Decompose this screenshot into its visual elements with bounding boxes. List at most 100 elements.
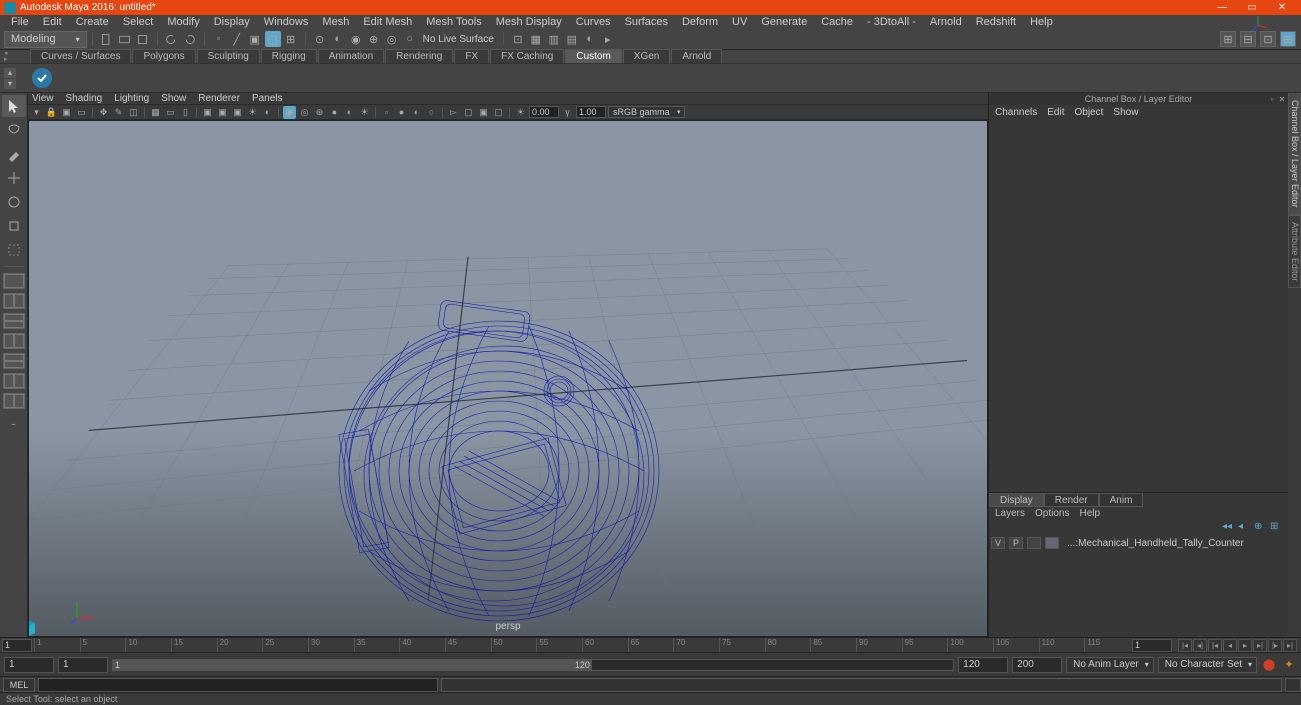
- layout-more[interactable]: -: [2, 412, 26, 434]
- viewcube-icon[interactable]: [1247, 14, 1269, 36]
- channel-menu-edit[interactable]: Edit: [1047, 107, 1064, 118]
- channel-close-icon[interactable]: ✕: [1278, 95, 1286, 103]
- paint-tool[interactable]: [2, 143, 26, 165]
- menu-curves[interactable]: Curves: [569, 16, 618, 28]
- ao-icon[interactable]: ●: [328, 106, 341, 119]
- close-button[interactable]: ✕: [1267, 2, 1297, 13]
- move-tool[interactable]: [2, 167, 26, 189]
- play-back-icon[interactable]: ◂: [1223, 639, 1237, 652]
- snap-live-icon[interactable]: ○: [402, 31, 418, 47]
- minimize-button[interactable]: —: [1207, 2, 1237, 13]
- shelf-tab-arnold[interactable]: Arnold: [671, 49, 722, 63]
- workspace-mode-dropdown[interactable]: Modeling▾: [4, 31, 87, 48]
- render-settings-icon[interactable]: ▤: [564, 31, 580, 47]
- panel-menu-panels[interactable]: Panels: [252, 93, 283, 104]
- viewport-btn3-icon[interactable]: ▢: [492, 106, 505, 119]
- menu-3dtoall[interactable]: - 3DtoAll -: [860, 16, 923, 28]
- xray-icon[interactable]: ◎: [298, 106, 311, 119]
- shelf-tab-animation[interactable]: Animation: [318, 49, 384, 63]
- select-edge-icon[interactable]: ╱: [229, 31, 245, 47]
- textured-icon[interactable]: ▣: [231, 106, 244, 119]
- menu-uv[interactable]: UV: [725, 16, 754, 28]
- layer-menu-options[interactable]: Options: [1035, 508, 1069, 519]
- play-forward-icon[interactable]: ▸: [1238, 639, 1252, 652]
- shelf-tab-polygons[interactable]: Polygons: [132, 49, 195, 63]
- layer-tab-anim[interactable]: Anim: [1099, 493, 1144, 507]
- select-multi-icon[interactable]: ⊞: [283, 31, 299, 47]
- xray-joints-icon[interactable]: ⊛: [313, 106, 326, 119]
- viewport-3d[interactable]: persp: [28, 120, 988, 637]
- step-back-key-icon[interactable]: ◂|: [1193, 639, 1207, 652]
- timeline[interactable]: 1510152025303540455055606570758085909510…: [0, 637, 1301, 652]
- menu-meshdisplay[interactable]: Mesh Display: [489, 16, 569, 28]
- grid-toggle-icon[interactable]: ▦: [149, 106, 162, 119]
- undo-icon[interactable]: [164, 31, 180, 47]
- channel-popup-icon[interactable]: ▫: [1268, 95, 1276, 103]
- layer-menu-layers[interactable]: Layers: [995, 508, 1025, 519]
- layer-row[interactable]: V P ...:Mechanical_Handheld_Tally_Counte…: [991, 536, 1286, 550]
- range-start-field[interactable]: [4, 657, 54, 673]
- render-icon[interactable]: ▦: [528, 31, 544, 47]
- snap-curve-icon[interactable]: ◐: [330, 31, 346, 47]
- camera-lock-icon[interactable]: 🔒: [45, 106, 58, 119]
- shelf-tab-curves[interactable]: Curves / Surfaces: [30, 49, 131, 63]
- shadows-icon[interactable]: ◐: [261, 106, 274, 119]
- image-plane-icon[interactable]: ▭: [75, 106, 88, 119]
- panel-menu-show[interactable]: Show: [161, 93, 186, 104]
- character-set-dropdown[interactable]: No Character Set: [1158, 657, 1257, 673]
- wireframe-icon[interactable]: ▣: [201, 106, 214, 119]
- shelf-custom-icon[interactable]: [30, 66, 54, 90]
- channel-box-body[interactable]: [989, 119, 1288, 492]
- ipr-icon[interactable]: ▥: [546, 31, 562, 47]
- rotate-tool[interactable]: [2, 191, 26, 213]
- step-forward-icon[interactable]: ▸|: [1253, 639, 1267, 652]
- film-gate-icon[interactable]: ◫: [127, 106, 140, 119]
- channel-menu-channels[interactable]: Channels: [995, 107, 1037, 118]
- maximize-button[interactable]: ▭: [1237, 2, 1267, 13]
- menu-modify[interactable]: Modify: [160, 16, 206, 28]
- menu-cache[interactable]: Cache: [814, 16, 860, 28]
- range-handle[interactable]: 1 120: [113, 660, 592, 670]
- select-face-icon[interactable]: ▣: [247, 31, 263, 47]
- hw-fog-icon[interactable]: ▫: [380, 106, 393, 119]
- panel-menu-lighting[interactable]: Lighting: [114, 93, 149, 104]
- layer-tab-render[interactable]: Render: [1044, 493, 1099, 507]
- layer-move-up-icon[interactable]: ◂◂: [1222, 521, 1234, 533]
- layer-name[interactable]: ...:Mechanical_Handheld_Tally_Counter: [1063, 538, 1286, 549]
- select-object-icon[interactable]: ▢: [265, 31, 281, 47]
- channel-menu-show[interactable]: Show: [1113, 107, 1138, 118]
- last-tool[interactable]: [2, 239, 26, 261]
- shelf-tab-sculpting[interactable]: Sculpting: [197, 49, 260, 63]
- colorspace-dropdown[interactable]: sRGB gamma: [608, 106, 685, 118]
- menu-file[interactable]: File: [4, 16, 36, 28]
- snap-plane-icon[interactable]: ◎: [384, 31, 400, 47]
- 2d-pan-icon[interactable]: ✥: [97, 106, 110, 119]
- scale-tool[interactable]: [2, 215, 26, 237]
- range-inner-start-field[interactable]: [58, 657, 108, 673]
- grease-pencil-icon[interactable]: ✎: [112, 106, 125, 119]
- autokey-icon[interactable]: ⬤: [1261, 657, 1277, 673]
- timeline-ticks[interactable]: 1510152025303540455055606570758085909510…: [34, 638, 1130, 652]
- goto-start-icon[interactable]: |◂: [1178, 639, 1192, 652]
- menu-create[interactable]: Create: [69, 16, 116, 28]
- shelf-tab-fxcaching[interactable]: FX Caching: [490, 49, 564, 63]
- channel-menu-object[interactable]: Object: [1075, 107, 1104, 118]
- command-input[interactable]: [38, 678, 438, 692]
- save-scene-icon[interactable]: [135, 31, 151, 47]
- exposure-icon[interactable]: ☀: [514, 106, 527, 119]
- layer-visible-cell[interactable]: V: [991, 537, 1005, 549]
- range-slider[interactable]: 1 120: [112, 659, 954, 671]
- range-inner-end-field[interactable]: [958, 657, 1008, 673]
- menu-editmesh[interactable]: Edit Mesh: [356, 16, 419, 28]
- render-icon[interactable]: ○: [425, 106, 438, 119]
- lights-icon[interactable]: ☀: [246, 106, 259, 119]
- bookmark-icon[interactable]: ▣: [60, 106, 73, 119]
- script-editor-icon[interactable]: [1285, 678, 1301, 692]
- isolate-icon[interactable]: ▻: [447, 106, 460, 119]
- viewport-btn1-icon[interactable]: ▢: [462, 106, 475, 119]
- multisample-icon[interactable]: ●: [395, 106, 408, 119]
- step-back-icon[interactable]: |◂: [1208, 639, 1222, 652]
- camera-select-icon[interactable]: ▾: [30, 106, 43, 119]
- panel-menu-renderer[interactable]: Renderer: [198, 93, 240, 104]
- layer-tab-display[interactable]: Display: [989, 493, 1044, 507]
